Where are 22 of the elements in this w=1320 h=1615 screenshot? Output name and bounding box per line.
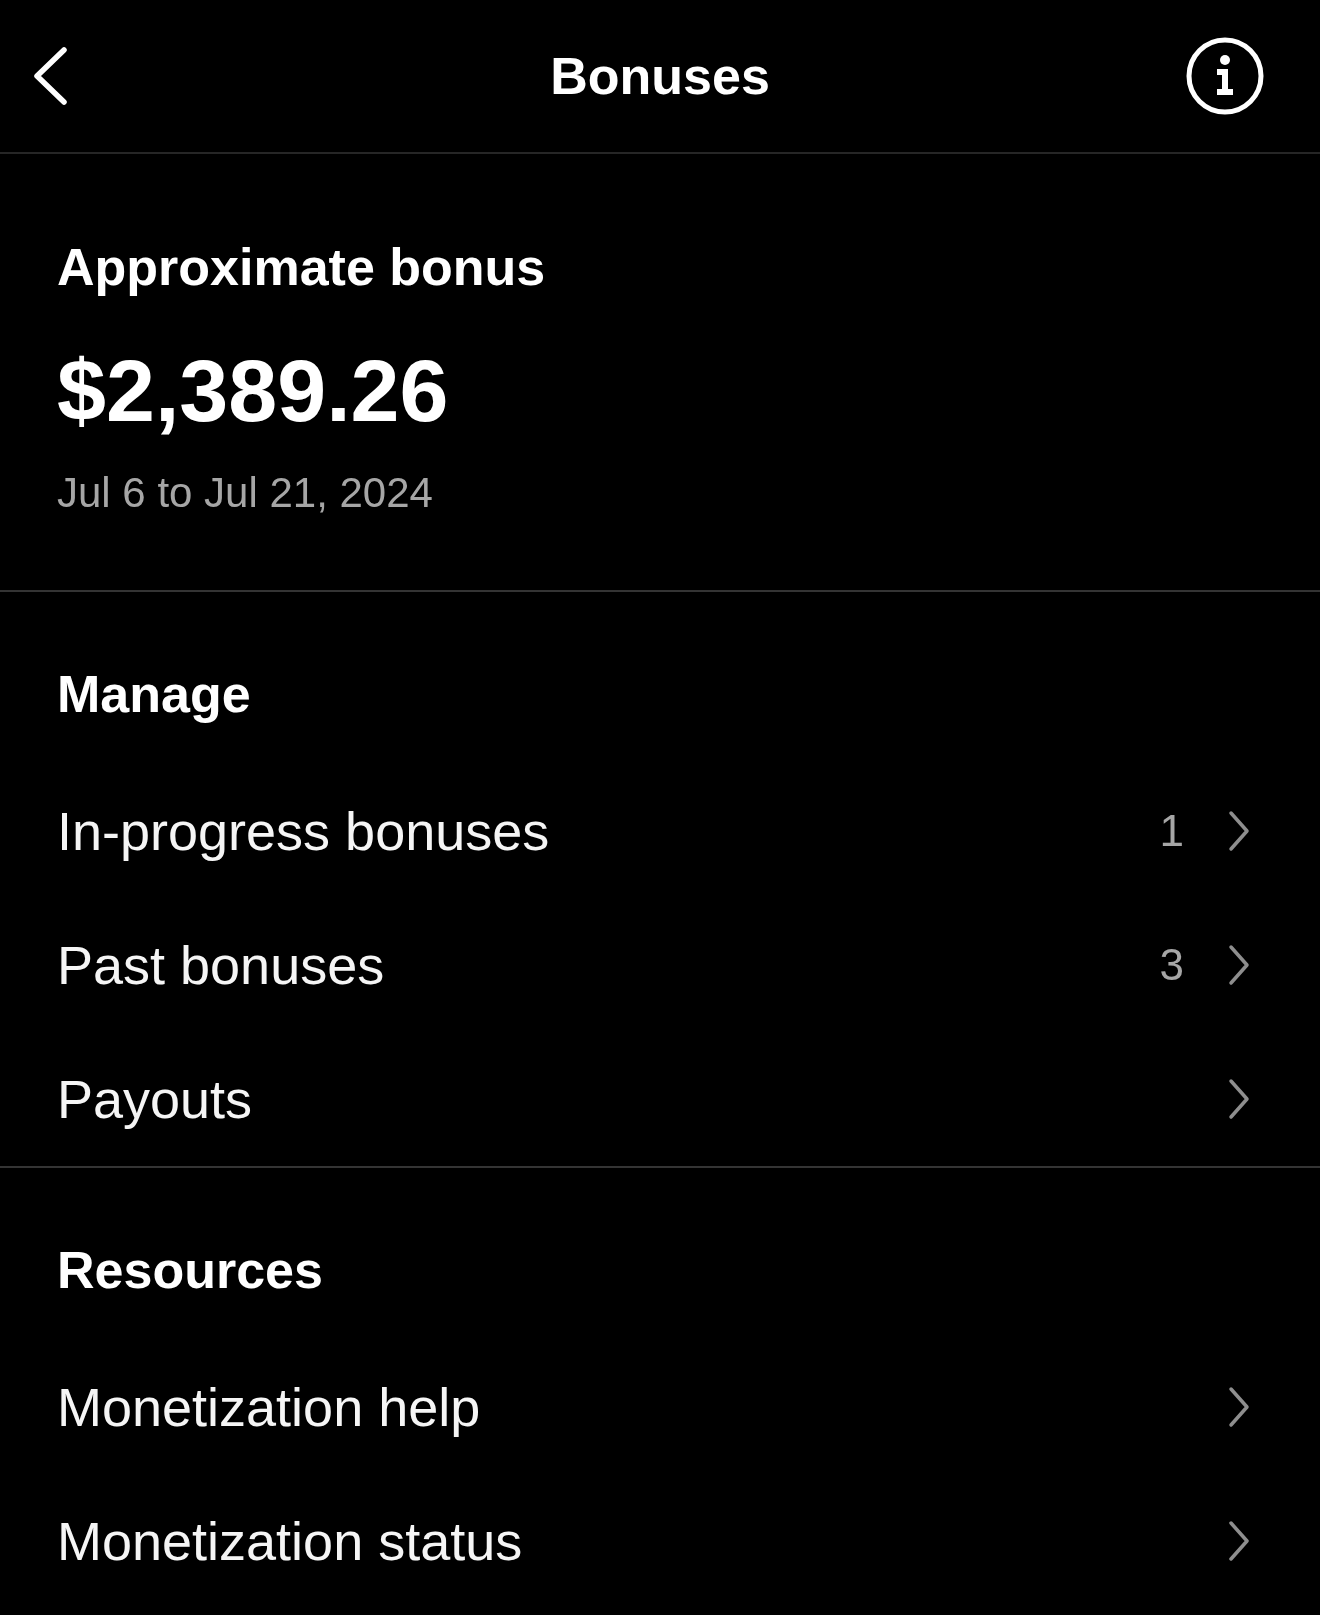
chevron-right-icon (1228, 1078, 1250, 1120)
menu-row[interactable]: In-progress bonuses 1 (0, 764, 1320, 898)
bonus-amount: $2,389.26 (57, 341, 449, 441)
menu-row[interactable]: Monetization help (0, 1340, 1320, 1474)
chevron-right-icon (1228, 810, 1250, 852)
item-count: 3 (1159, 940, 1184, 990)
page-title: Bonuses (550, 46, 770, 106)
chevron-right-icon (1228, 1520, 1250, 1562)
back-button[interactable] (32, 46, 68, 106)
info-icon (1186, 37, 1264, 115)
chevron-right-icon (1228, 1386, 1250, 1428)
summary-label: Approximate bonus (57, 237, 546, 297)
item-count: 1 (1159, 806, 1184, 856)
back-icon (32, 46, 68, 106)
menu-row[interactable]: Monetization status (0, 1474, 1320, 1608)
info-button[interactable] (1186, 37, 1264, 115)
section-heading: Manage (57, 664, 251, 724)
menu-row[interactable]: Past bonuses 3 (0, 898, 1320, 1032)
date-range: Jul 6 to Jul 21, 2024 (57, 468, 433, 518)
chevron-right-icon (1228, 944, 1250, 986)
section-heading: Resources (57, 1240, 323, 1300)
menu-row[interactable]: Payouts (0, 1032, 1320, 1166)
